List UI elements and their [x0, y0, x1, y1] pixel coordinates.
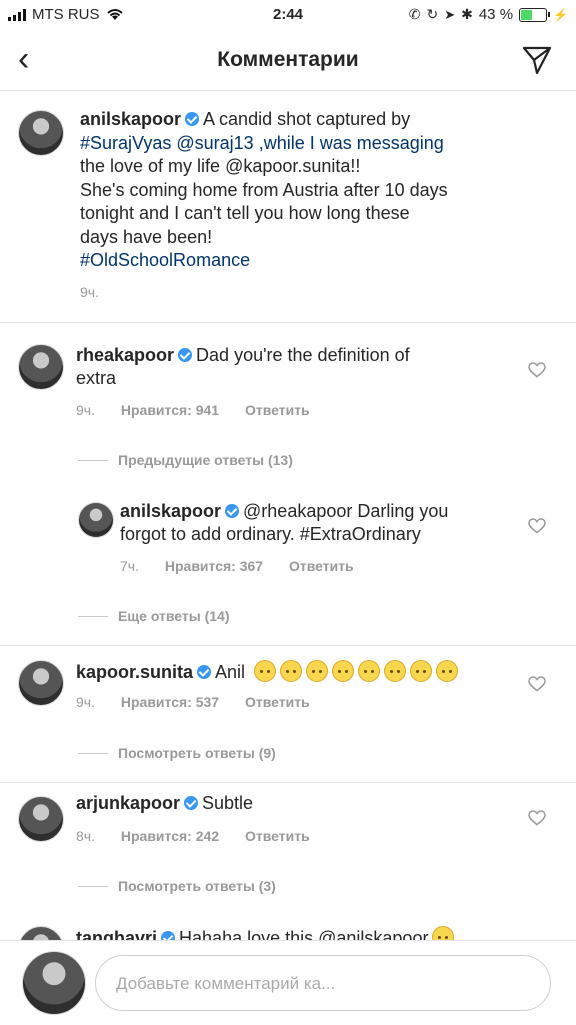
comment-input[interactable]: Добавьте комментарий ка... [95, 955, 551, 1011]
avatar [22, 951, 86, 1015]
likes-count[interactable]: Нравится: 367 [165, 558, 263, 574]
reply-link[interactable]: Ответить [245, 694, 310, 710]
emoji-icons [250, 660, 459, 682]
phone-icon: ✆ [408, 6, 421, 22]
view-replies-link[interactable]: Посмотреть ответы (9) [78, 745, 276, 761]
avatar[interactable] [78, 502, 114, 538]
bluetooth-icon: ✱ [461, 6, 473, 22]
caption-time: 9ч. [80, 284, 99, 300]
battery-percent: 43 % [478, 6, 514, 23]
view-replies-link[interactable]: Еще ответы (14) [78, 608, 230, 624]
comment-bar: Добавьте комментарий ка... [0, 940, 576, 1025]
status-bar: MTS RUS 2:44 ✆ ↻ ➤ ✱ 43 % ⚡ [0, 0, 576, 30]
nav-bar: ‹ Комментарии [0, 30, 576, 91]
comment-meta: 7ч. Нравится: 367 Ответить [120, 558, 354, 574]
comment-meta: 9ч. Нравится: 537 Ответить [76, 694, 310, 710]
heart-icon[interactable] [528, 518, 546, 534]
location-icon: ➤ [444, 6, 456, 22]
avatar[interactable] [18, 110, 64, 156]
post-caption: anilskapoor A candid shot captured by #Su… [80, 109, 448, 270]
comment-username[interactable]: kapoor.sunita [76, 662, 193, 682]
divider [0, 782, 576, 783]
lock-rotation-icon: ↻ [426, 6, 439, 22]
reply-link[interactable]: Ответить [245, 402, 310, 418]
verified-icon [225, 504, 240, 518]
battery-icon [519, 7, 551, 22]
verified-icon [184, 796, 199, 810]
avatar[interactable] [18, 344, 64, 390]
verified-icon [185, 112, 200, 126]
heart-icon[interactable] [528, 810, 546, 826]
reply-link[interactable]: Ответить [245, 828, 310, 844]
comment-username[interactable]: rheakapoor [76, 345, 174, 365]
avatar[interactable] [18, 660, 64, 706]
heart-icon[interactable] [528, 362, 546, 378]
comment-item: arjunkapoor Subtle [76, 793, 254, 813]
view-replies-link[interactable]: Предыдущие ответы (13) [78, 452, 293, 468]
reply-link[interactable]: Ответить [289, 558, 354, 574]
comment-username[interactable]: arjunkapoor [76, 793, 180, 813]
divider [0, 322, 576, 323]
likes-count[interactable]: Нравится: 537 [121, 694, 219, 710]
comment-meta: 9ч. Нравится: 941 Ответить [76, 402, 310, 418]
caption-username[interactable]: anilskapoor [80, 109, 181, 129]
divider [0, 645, 576, 646]
reply-item: anilskapoor @rheakapoor Darling you forgo… [120, 501, 449, 544]
page-title: Комментарии [217, 48, 359, 71]
avatar[interactable] [18, 796, 64, 842]
verified-icon [178, 348, 193, 362]
verified-icon [197, 665, 212, 679]
heart-icon[interactable] [528, 676, 546, 692]
comment-username[interactable]: anilskapoor [120, 501, 221, 521]
charging-icon: ⚡ [553, 7, 568, 22]
send-icon[interactable] [522, 45, 552, 75]
likes-count[interactable]: Нравится: 242 [121, 828, 219, 844]
comment-item: rheakapoor Dad you're the definition of e… [76, 345, 410, 388]
comment-item: kapoor.sunita Anil [76, 660, 516, 684]
view-replies-link[interactable]: Посмотреть ответы (3) [78, 878, 276, 894]
comment-meta: 8ч. Нравится: 242 Ответить [76, 828, 310, 844]
likes-count[interactable]: Нравится: 941 [121, 402, 219, 418]
